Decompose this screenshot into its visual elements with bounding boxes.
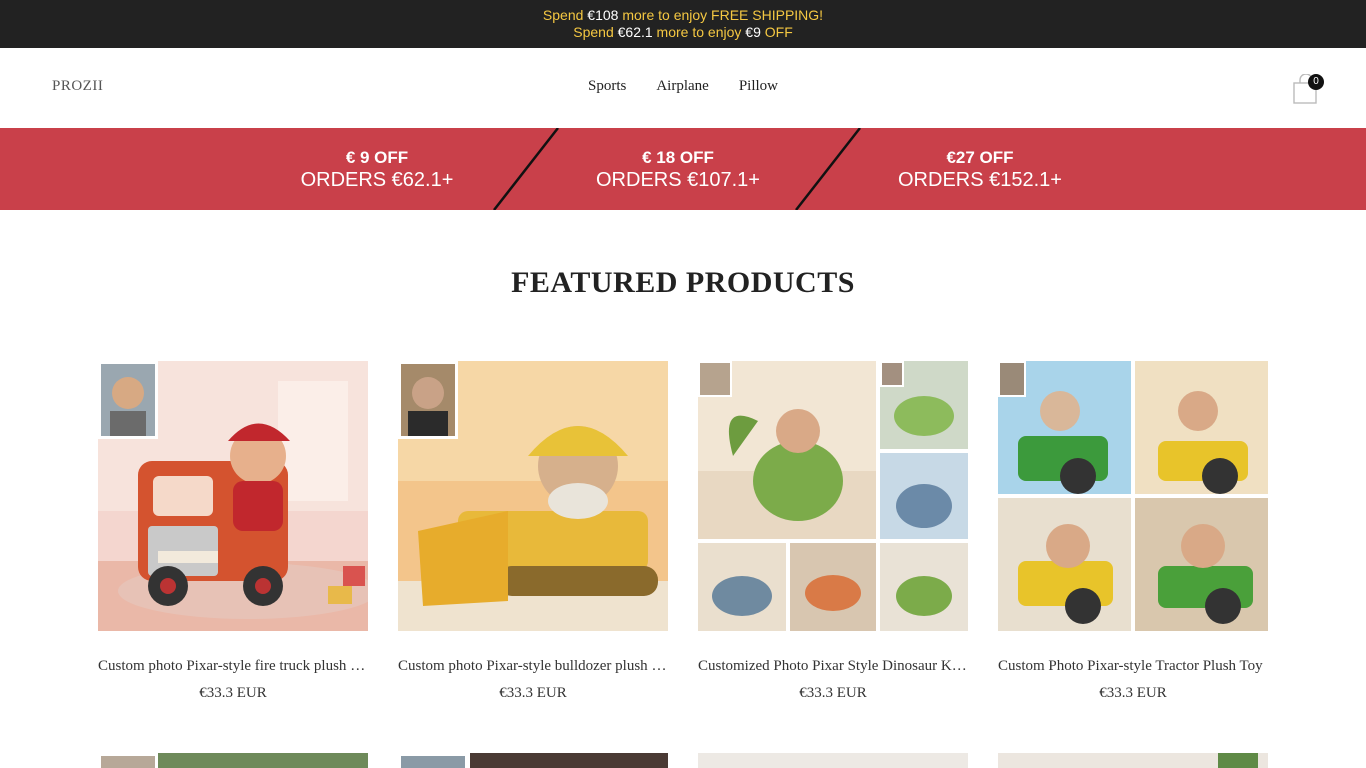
nav-item-pillow[interactable]: Pillow — [739, 78, 778, 95]
product-card[interactable]: Customized Photo Pixar Style Dinosaur Kn… — [698, 361, 968, 702]
product-image-bulldozer[interactable] — [398, 361, 668, 631]
site-header: PROZII Sports Airplane Pillow 0 — [0, 48, 1366, 128]
store-logo[interactable]: PROZII — [52, 78, 103, 95]
product-card[interactable]: Custom photo Pixar-style bulldozer plush… — [398, 361, 668, 702]
main-nav: Sports Airplane Pillow — [588, 78, 778, 95]
product-price: €33.3 EUR — [799, 685, 867, 701]
discount-tier-1: € 9 OFF ORDERS €62.1+ — [257, 148, 497, 192]
tier-threshold: ORDERS €107.1+ — [596, 169, 760, 191]
product-price: €33.3 EUR — [199, 685, 267, 701]
product-image[interactable] — [98, 753, 368, 768]
announcement-discount: €9 — [745, 24, 761, 40]
featured-products-title: FEATURED PRODUCTS — [511, 266, 855, 299]
product-card[interactable] — [998, 753, 1268, 768]
discount-tier-3: €27 OFF ORDERS €152.1+ — [860, 148, 1100, 192]
product-image[interactable] — [698, 753, 968, 768]
announcement-line-2: Spend €62.1 more to enjoy €9 OFF — [0, 24, 1366, 41]
product-card[interactable] — [398, 753, 668, 768]
discount-tiers-banner: € 9 OFF ORDERS €62.1+ € 18 OFF ORDERS €1… — [0, 128, 1366, 210]
tier-discount: € 9 OFF — [345, 148, 409, 167]
announcement-amount: €62.1 — [617, 24, 653, 40]
product-image-fire-truck[interactable] — [98, 361, 378, 631]
discount-tier-2: € 18 OFF ORDERS €107.1+ — [558, 148, 798, 192]
announcement-line-1: Spend €108 more to enjoy FREE SHIPPING! — [0, 7, 1366, 24]
product-price: €33.3 EUR — [1099, 685, 1167, 701]
product-card[interactable]: Custom Photo Pixar-style Tractor Plush T… — [998, 361, 1268, 702]
nav-item-airplane[interactable]: Airplane — [656, 78, 708, 95]
tier-discount: € 18 OFF — [642, 148, 714, 167]
announcement-text: OFF — [760, 24, 793, 40]
tier-threshold: ORDERS €152.1+ — [898, 169, 1062, 191]
announcement-text: Spend — [542, 7, 588, 23]
product-title[interactable]: Custom photo Pixar-style fire truck plus… — [98, 658, 368, 675]
product-card[interactable] — [98, 753, 368, 768]
product-card[interactable]: Custom photo Pixar-style fire truck plus… — [98, 361, 378, 702]
announcement-amount: €108 — [587, 7, 619, 23]
announcement-text: more to enjoy FREE SHIPPING! — [618, 7, 824, 23]
nav-item-sports[interactable]: Sports — [588, 78, 626, 95]
announcement-text: more to enjoy — [652, 24, 746, 40]
product-image-tractor[interactable] — [998, 361, 1268, 631]
product-title[interactable]: Custom Photo Pixar-style Tractor Plush T… — [998, 658, 1268, 675]
announcement-text: Spend — [573, 24, 618, 40]
tier-discount: €27 OFF — [946, 148, 1014, 167]
product-title[interactable]: Customized Photo Pixar Style Dinosaur Kn… — [698, 658, 968, 675]
product-image[interactable] — [998, 753, 1268, 768]
announcement-bar: Spend €108 more to enjoy FREE SHIPPING! … — [0, 0, 1366, 48]
product-price: €33.3 EUR — [499, 685, 567, 701]
product-image[interactable] — [398, 753, 668, 768]
tier-threshold: ORDERS €62.1+ — [300, 169, 454, 191]
product-title[interactable]: Custom photo Pixar-style bulldozer plush… — [398, 658, 668, 675]
product-card[interactable] — [698, 753, 968, 768]
cart-count-badge: 0 — [1308, 74, 1324, 90]
product-image-dinosaur[interactable] — [698, 361, 968, 631]
